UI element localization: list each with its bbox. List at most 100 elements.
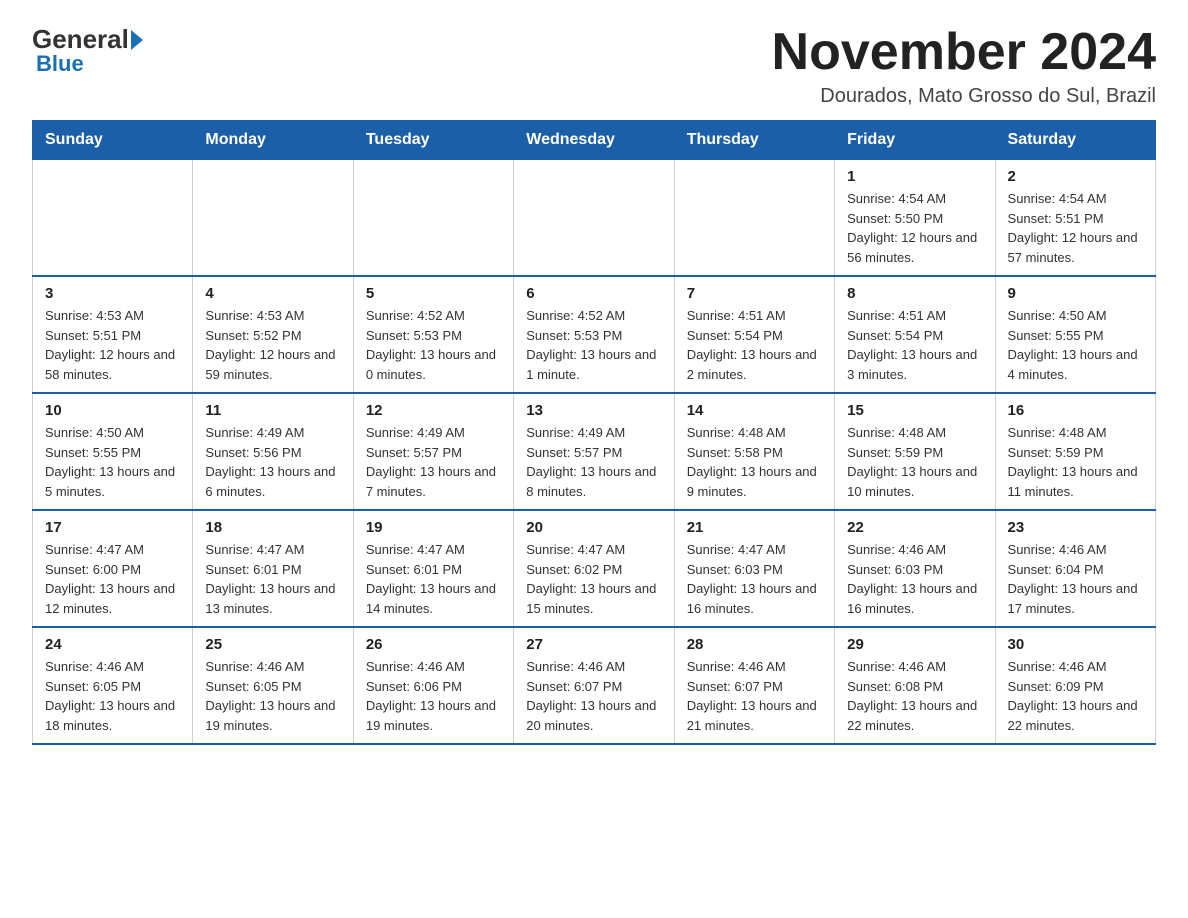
calendar-cell: 29 Sunrise: 4:46 AMSunset: 6:08 PMDayligh… — [835, 627, 995, 744]
calendar-cell: 6 Sunrise: 4:52 AMSunset: 5:53 PMDaylight… — [514, 276, 674, 393]
logo-blue: Blue — [32, 51, 84, 77]
day-number: 10 — [45, 402, 180, 419]
calendar-cell: 18 Sunrise: 4:47 AMSunset: 6:01 PMDayligh… — [193, 510, 353, 627]
day-info: Sunrise: 4:53 AMSunset: 5:51 PMDaylight:… — [45, 306, 180, 384]
calendar-cell: 5 Sunrise: 4:52 AMSunset: 5:53 PMDaylight… — [353, 276, 513, 393]
title-block: November 2024 Dourados, Mato Grosso do S… — [772, 24, 1156, 108]
calendar-cell: 27 Sunrise: 4:46 AMSunset: 6:07 PMDayligh… — [514, 627, 674, 744]
calendar-week-row: 17 Sunrise: 4:47 AMSunset: 6:00 PMDayligh… — [33, 510, 1156, 627]
calendar-cell: 2 Sunrise: 4:54 AMSunset: 5:51 PMDaylight… — [995, 160, 1155, 277]
day-number: 3 — [45, 285, 180, 302]
calendar-cell: 13 Sunrise: 4:49 AMSunset: 5:57 PMDayligh… — [514, 393, 674, 510]
calendar-header-row: Sunday Monday Tuesday Wednesday Thursday… — [33, 121, 1156, 160]
calendar-cell: 4 Sunrise: 4:53 AMSunset: 5:52 PMDaylight… — [193, 276, 353, 393]
day-number: 6 — [526, 285, 661, 302]
day-number: 15 — [847, 402, 982, 419]
day-info: Sunrise: 4:54 AMSunset: 5:51 PMDaylight:… — [1008, 189, 1143, 267]
col-sunday: Sunday — [33, 121, 193, 160]
day-number: 19 — [366, 519, 501, 536]
calendar-week-row: 24 Sunrise: 4:46 AMSunset: 6:05 PMDayligh… — [33, 627, 1156, 744]
calendar-cell: 30Sunrise: 4:46 AMSunset: 6:09 PMDayligh… — [995, 627, 1155, 744]
calendar-cell: 24 Sunrise: 4:46 AMSunset: 6:05 PMDayligh… — [33, 627, 193, 744]
day-number: 16 — [1008, 402, 1143, 419]
day-info: Sunrise: 4:51 AMSunset: 5:54 PMDaylight:… — [687, 306, 822, 384]
logo: General Blue — [32, 24, 149, 77]
calendar-cell: 3 Sunrise: 4:53 AMSunset: 5:51 PMDaylight… — [33, 276, 193, 393]
day-info: Sunrise: 4:50 AMSunset: 5:55 PMDaylight:… — [45, 423, 180, 501]
day-number: 17 — [45, 519, 180, 536]
day-number: 13 — [526, 402, 661, 419]
calendar-cell: 16 Sunrise: 4:48 AMSunset: 5:59 PMDayligh… — [995, 393, 1155, 510]
day-number: 29 — [847, 636, 982, 653]
day-number: 12 — [366, 402, 501, 419]
calendar-cell: 17 Sunrise: 4:47 AMSunset: 6:00 PMDayligh… — [33, 510, 193, 627]
calendar-cell — [674, 160, 834, 277]
day-info: Sunrise: 4:46 AMSunset: 6:05 PMDaylight:… — [205, 657, 340, 735]
day-info: Sunrise: 4:46 AMSunset: 6:07 PMDaylight:… — [526, 657, 661, 735]
calendar-table: Sunday Monday Tuesday Wednesday Thursday… — [32, 120, 1156, 745]
day-info: Sunrise: 4:46 AMSunset: 6:08 PMDaylight:… — [847, 657, 982, 735]
day-number: 27 — [526, 636, 661, 653]
calendar-cell — [33, 160, 193, 277]
month-title: November 2024 — [772, 24, 1156, 81]
day-info: Sunrise: 4:48 AMSunset: 5:59 PMDaylight:… — [1008, 423, 1143, 501]
day-number: 26 — [366, 636, 501, 653]
day-info: Sunrise: 4:46 AMSunset: 6:03 PMDaylight:… — [847, 540, 982, 618]
day-number: 24 — [45, 636, 180, 653]
day-number: 2 — [1008, 168, 1143, 185]
day-info: Sunrise: 4:46 AMSunset: 6:09 PMDaylight:… — [1008, 657, 1143, 735]
day-info: Sunrise: 4:46 AMSunset: 6:07 PMDaylight:… — [687, 657, 822, 735]
day-info: Sunrise: 4:48 AMSunset: 5:59 PMDaylight:… — [847, 423, 982, 501]
day-info: Sunrise: 4:47 AMSunset: 6:03 PMDaylight:… — [687, 540, 822, 618]
day-info: Sunrise: 4:51 AMSunset: 5:54 PMDaylight:… — [847, 306, 982, 384]
calendar-cell: 21 Sunrise: 4:47 AMSunset: 6:03 PMDayligh… — [674, 510, 834, 627]
day-info: Sunrise: 4:49 AMSunset: 5:57 PMDaylight:… — [526, 423, 661, 501]
day-number: 14 — [687, 402, 822, 419]
calendar-cell: 9Sunrise: 4:50 AMSunset: 5:55 PMDaylight… — [995, 276, 1155, 393]
day-info: Sunrise: 4:52 AMSunset: 5:53 PMDaylight:… — [526, 306, 661, 384]
calendar-cell — [514, 160, 674, 277]
day-number: 7 — [687, 285, 822, 302]
calendar-cell: 11Sunrise: 4:49 AMSunset: 5:56 PMDayligh… — [193, 393, 353, 510]
logo-arrow-icon — [131, 30, 143, 50]
day-info: Sunrise: 4:49 AMSunset: 5:57 PMDaylight:… — [366, 423, 501, 501]
calendar-cell — [193, 160, 353, 277]
calendar-cell: 25 Sunrise: 4:46 AMSunset: 6:05 PMDayligh… — [193, 627, 353, 744]
day-info: Sunrise: 4:47 AMSunset: 6:02 PMDaylight:… — [526, 540, 661, 618]
day-info: Sunrise: 4:47 AMSunset: 6:01 PMDaylight:… — [205, 540, 340, 618]
calendar-week-row: 1Sunrise: 4:54 AMSunset: 5:50 PMDaylight… — [33, 160, 1156, 277]
day-number: 1 — [847, 168, 982, 185]
page-header: General Blue November 2024 Dourados, Mat… — [32, 24, 1156, 108]
day-number: 4 — [205, 285, 340, 302]
day-number: 11 — [205, 402, 340, 419]
day-number: 28 — [687, 636, 822, 653]
calendar-cell: 1Sunrise: 4:54 AMSunset: 5:50 PMDaylight… — [835, 160, 995, 277]
calendar-cell — [353, 160, 513, 277]
calendar-cell: 15 Sunrise: 4:48 AMSunset: 5:59 PMDayligh… — [835, 393, 995, 510]
day-info: Sunrise: 4:46 AMSunset: 6:05 PMDaylight:… — [45, 657, 180, 735]
day-number: 22 — [847, 519, 982, 536]
calendar-cell: 10 Sunrise: 4:50 AMSunset: 5:55 PMDayligh… — [33, 393, 193, 510]
col-monday: Monday — [193, 121, 353, 160]
day-number: 23 — [1008, 519, 1143, 536]
day-info: Sunrise: 4:53 AMSunset: 5:52 PMDaylight:… — [205, 306, 340, 384]
calendar-week-row: 3 Sunrise: 4:53 AMSunset: 5:51 PMDaylight… — [33, 276, 1156, 393]
calendar-cell: 22 Sunrise: 4:46 AMSunset: 6:03 PMDayligh… — [835, 510, 995, 627]
day-info: Sunrise: 4:47 AMSunset: 6:00 PMDaylight:… — [45, 540, 180, 618]
day-info: Sunrise: 4:48 AMSunset: 5:58 PMDaylight:… — [687, 423, 822, 501]
day-number: 25 — [205, 636, 340, 653]
calendar-cell: 28 Sunrise: 4:46 AMSunset: 6:07 PMDayligh… — [674, 627, 834, 744]
day-info: Sunrise: 4:47 AMSunset: 6:01 PMDaylight:… — [366, 540, 501, 618]
day-number: 18 — [205, 519, 340, 536]
day-number: 9 — [1008, 285, 1143, 302]
calendar-cell: 19 Sunrise: 4:47 AMSunset: 6:01 PMDayligh… — [353, 510, 513, 627]
day-number: 5 — [366, 285, 501, 302]
day-info: Sunrise: 4:52 AMSunset: 5:53 PMDaylight:… — [366, 306, 501, 384]
calendar-cell: 7 Sunrise: 4:51 AMSunset: 5:54 PMDaylight… — [674, 276, 834, 393]
col-thursday: Thursday — [674, 121, 834, 160]
day-info: Sunrise: 4:46 AMSunset: 6:06 PMDaylight:… — [366, 657, 501, 735]
col-saturday: Saturday — [995, 121, 1155, 160]
day-number: 21 — [687, 519, 822, 536]
calendar-cell: 26 Sunrise: 4:46 AMSunset: 6:06 PMDayligh… — [353, 627, 513, 744]
day-info: Sunrise: 4:46 AMSunset: 6:04 PMDaylight:… — [1008, 540, 1143, 618]
